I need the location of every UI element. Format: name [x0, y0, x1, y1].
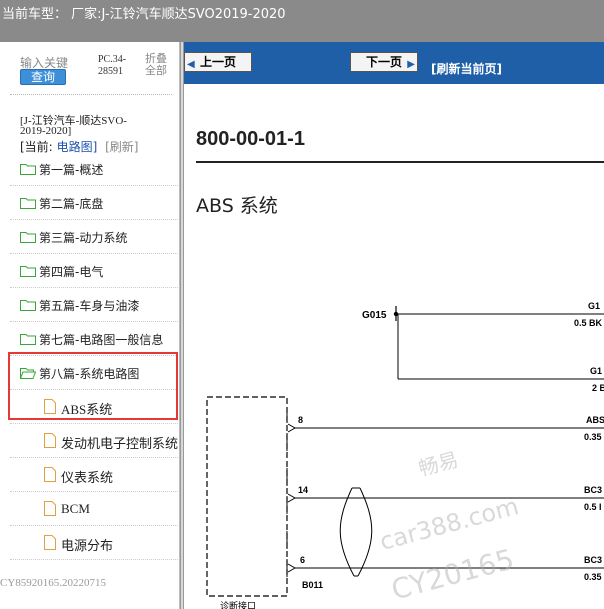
wire-spec: 0.5 BK: [574, 318, 603, 328]
search-button[interactable]: 查询: [20, 69, 66, 85]
pin-label: 8: [298, 415, 303, 425]
file-icon: [44, 467, 56, 482]
wire-code: ABS: [586, 415, 604, 425]
wire-code: BC3: [584, 555, 602, 565]
arrow-right-icon: ▶: [407, 59, 415, 70]
window-title: 当前车型： 厂家:J-江铃汽车顺达SVO2019-2020: [2, 7, 286, 22]
content-panel: ◀ 上一页 下一页 ▶ [刷新当前页] 800-00-01-1 ABS 系统 G…: [184, 42, 604, 609]
wire-code: G1: [590, 366, 602, 376]
wire-code: BC3: [584, 485, 602, 495]
folder-icon: [20, 164, 36, 175]
pin-chevron: [287, 423, 297, 433]
collapse-all-button[interactable]: 折叠全部: [145, 53, 171, 77]
tree-item-powertrain[interactable]: 第三篇-动力系统: [10, 220, 178, 254]
pin-label: 14: [298, 485, 308, 495]
twisted-pair-symbol: [339, 487, 373, 577]
file-icon: [44, 433, 56, 448]
section-title: ABS 系统: [196, 195, 278, 217]
folder-icon: [20, 334, 36, 345]
divider: [10, 94, 172, 95]
diagnostic-connector: [206, 396, 288, 597]
tree-item-engine-control[interactable]: 发动机电子控制系统: [10, 424, 178, 458]
tree-item-label: 发动机电子控制系统: [61, 436, 179, 451]
tree-item-label: BCM: [61, 501, 90, 516]
footer-id: CY85920165.20220715: [0, 577, 107, 589]
refresh-page-link[interactable]: [刷新当前页]: [431, 60, 502, 77]
next-label: 下一页: [365, 55, 402, 69]
tree-item-wiring-general[interactable]: 第七篇-电路图一般信息: [10, 322, 178, 356]
tree-item-power-distribution[interactable]: 电源分布: [10, 526, 178, 560]
title-bar: 当前车型： 厂家:J-江铃汽车顺达SVO2019-2020: [0, 0, 604, 42]
tree-item-chassis[interactable]: 第二篇-底盘: [10, 186, 178, 220]
tree-item-electrical[interactable]: 第四篇-电气: [10, 254, 178, 288]
selection-highlight: [8, 352, 178, 420]
folder-icon: [20, 266, 36, 277]
connector-caption: 诊断接口: [220, 600, 256, 609]
tree-item-label: 第三篇-动力系统: [39, 231, 128, 245]
file-icon: [44, 535, 56, 550]
folder-icon: [20, 300, 36, 311]
folder-icon: [20, 232, 36, 243]
tree-item-overview[interactable]: 第一篇-概述: [10, 152, 178, 186]
page-code: 800-00-01-1: [196, 128, 305, 150]
tree-item-label: 第一篇-概述: [39, 163, 104, 177]
file-icon: [44, 501, 56, 516]
arrow-left-icon: ◀: [187, 59, 195, 70]
pin-chevron: [287, 493, 297, 503]
tree-item-label: 第二篇-底盘: [39, 197, 104, 211]
tree-item-label: 第七篇-电路图一般信息: [39, 333, 164, 347]
wire-spec: 2 B: [592, 383, 604, 393]
title-rule: [196, 161, 604, 163]
left-sidebar: 输入关键 查询 PC.34-28591 折叠全部 [J-江铃汽车-顺达SVO-2…: [0, 42, 180, 609]
tree-item-label: 第四篇-电气: [39, 265, 104, 279]
connector-label: B011: [302, 580, 323, 590]
tree-item-label: 电源分布: [61, 538, 114, 553]
pin-chevron: [287, 563, 297, 573]
prev-page-button[interactable]: ◀ 上一页: [184, 52, 252, 72]
wire-spec: 0.35: [584, 432, 602, 442]
ground-label: G015: [362, 310, 387, 321]
model-label: [J-江铃汽车-顺达SVO-2019-2020]: [20, 115, 127, 137]
pc-code: PC.34-28591: [98, 54, 127, 77]
nav-toolbar: ◀ 上一页 下一页 ▶ [刷新当前页]: [184, 42, 604, 84]
next-page-button[interactable]: 下一页 ▶: [350, 52, 418, 72]
prev-label: 上一页: [199, 55, 236, 69]
tree-item-label: 第五篇-车身与油漆: [39, 299, 140, 313]
tree-item-body-paint[interactable]: 第五篇-车身与油漆: [10, 288, 178, 322]
wire-spec: 0.5 I: [584, 502, 602, 512]
tree-item-instrument[interactable]: 仪表系统: [10, 458, 178, 492]
wire-code: G1: [588, 301, 600, 311]
tree-item-bcm[interactable]: BCM: [10, 492, 178, 526]
tree-item-label: 仪表系统: [61, 470, 114, 485]
wiring-diagram: G015 G1 0.5 BK G1 2 B 诊断接口 B011 8 ABS 0.…: [206, 301, 604, 609]
wire-spec: 0.35: [584, 572, 602, 582]
pin-label: 6: [300, 555, 305, 565]
folder-icon: [20, 198, 36, 209]
